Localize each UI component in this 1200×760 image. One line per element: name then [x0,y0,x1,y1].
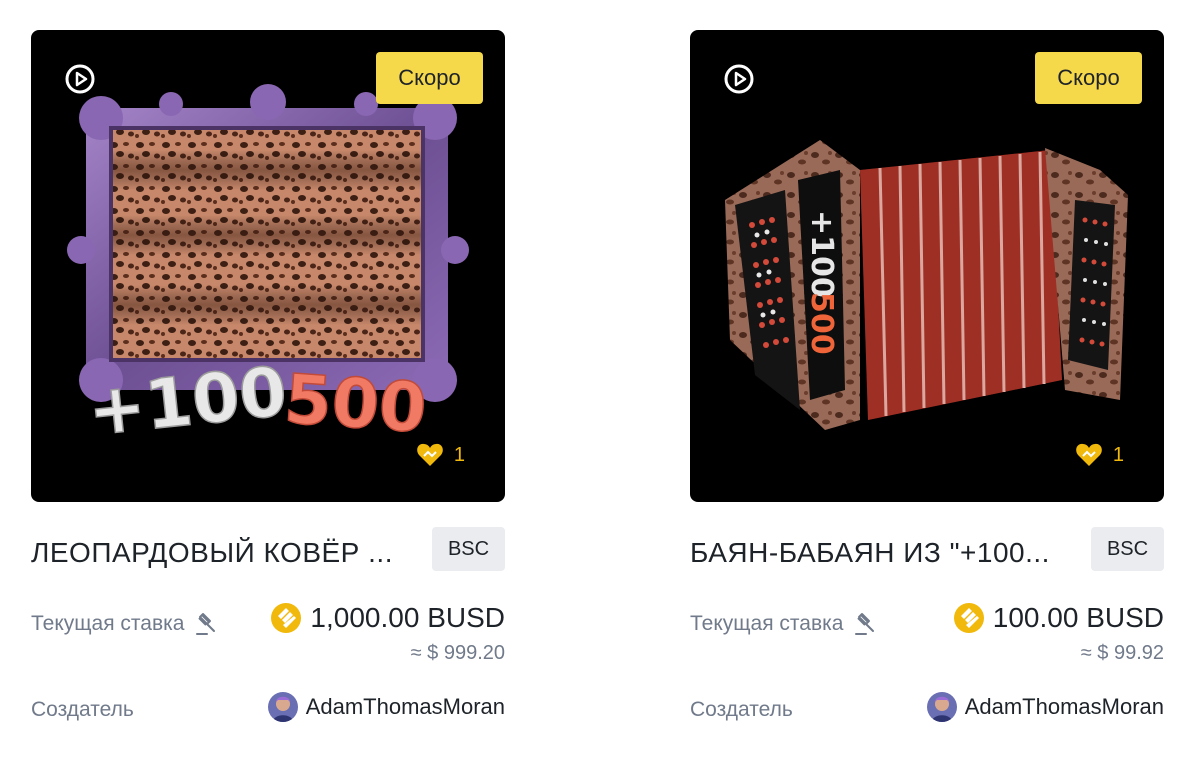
busd-coin-icon [953,603,984,633]
svg-text:+100: +100 [804,210,839,298]
bid-amount: 100.00 BUSD [953,602,1164,634]
nft-media[interactable]: +100 500 Скоро 1 [690,30,1164,502]
svg-text:500: 500 [804,292,839,355]
creator-link[interactable]: AdamThomasMoran [926,692,1164,722]
like-counter[interactable]: 1 [1075,442,1124,468]
play-circle-icon[interactable] [723,63,755,95]
avatar[interactable] [267,692,298,722]
auction-hammer-icon [196,613,216,635]
bid-amount-value: 1,000.00 BUSD [310,602,505,633]
creator-name[interactable]: AdamThomasMoran [965,694,1164,720]
nft-media[interactable]: +100 500 Скоро 1 [31,30,505,502]
nft-title[interactable]: ЛЕОПАРДОВЫЙ КОВЁР ... [31,537,411,569]
busd-coin-icon [271,603,302,633]
nft-card-leopard-carpet[interactable]: +100 500 Скоро 1 ЛЕОПАРДОВЫЙ КОВЁР ... B… [31,30,505,722]
chain-badge: BSC [1091,527,1164,571]
auction-hammer-icon [855,613,875,635]
svg-text:500: 500 [282,360,429,449]
usd-equivalent: ≈ $ 99.92 [1080,642,1164,664]
creator-link[interactable]: AdamThomasMoran [267,692,505,722]
current-bid-label: Текущая ставка [31,612,218,636]
like-counter[interactable]: 1 [416,442,465,468]
heart-icon[interactable] [416,442,444,468]
creator-label: Создатель [31,698,134,721]
usd-equivalent: ≈ $ 999.20 [410,642,505,664]
coming-soon-badge: Скоро [1035,52,1142,104]
chain-badge: BSC [432,527,505,571]
like-count: 1 [1112,443,1124,466]
nft-card-bayan[interactable]: +100 500 Скоро 1 БАЯН-БАБАЯН ИЗ "+100...… [690,30,1164,722]
avatar[interactable] [926,692,957,722]
like-count: 1 [453,443,465,466]
heart-icon[interactable] [1075,442,1103,468]
current-bid-text: Текущая ставка [690,612,844,635]
current-bid-label: Текущая ставка [690,612,877,636]
bid-amount-value: 100.00 BUSD [992,602,1164,633]
nft-title[interactable]: БАЯН-БАБАЯН ИЗ "+100... [690,537,1070,569]
current-bid-text: Текущая ставка [31,612,185,635]
coming-soon-badge: Скоро [376,52,483,104]
creator-label: Создатель [690,698,793,721]
play-circle-icon[interactable] [64,63,96,95]
creator-name[interactable]: AdamThomasMoran [306,694,505,720]
bid-amount: 1,000.00 BUSD [270,602,505,634]
